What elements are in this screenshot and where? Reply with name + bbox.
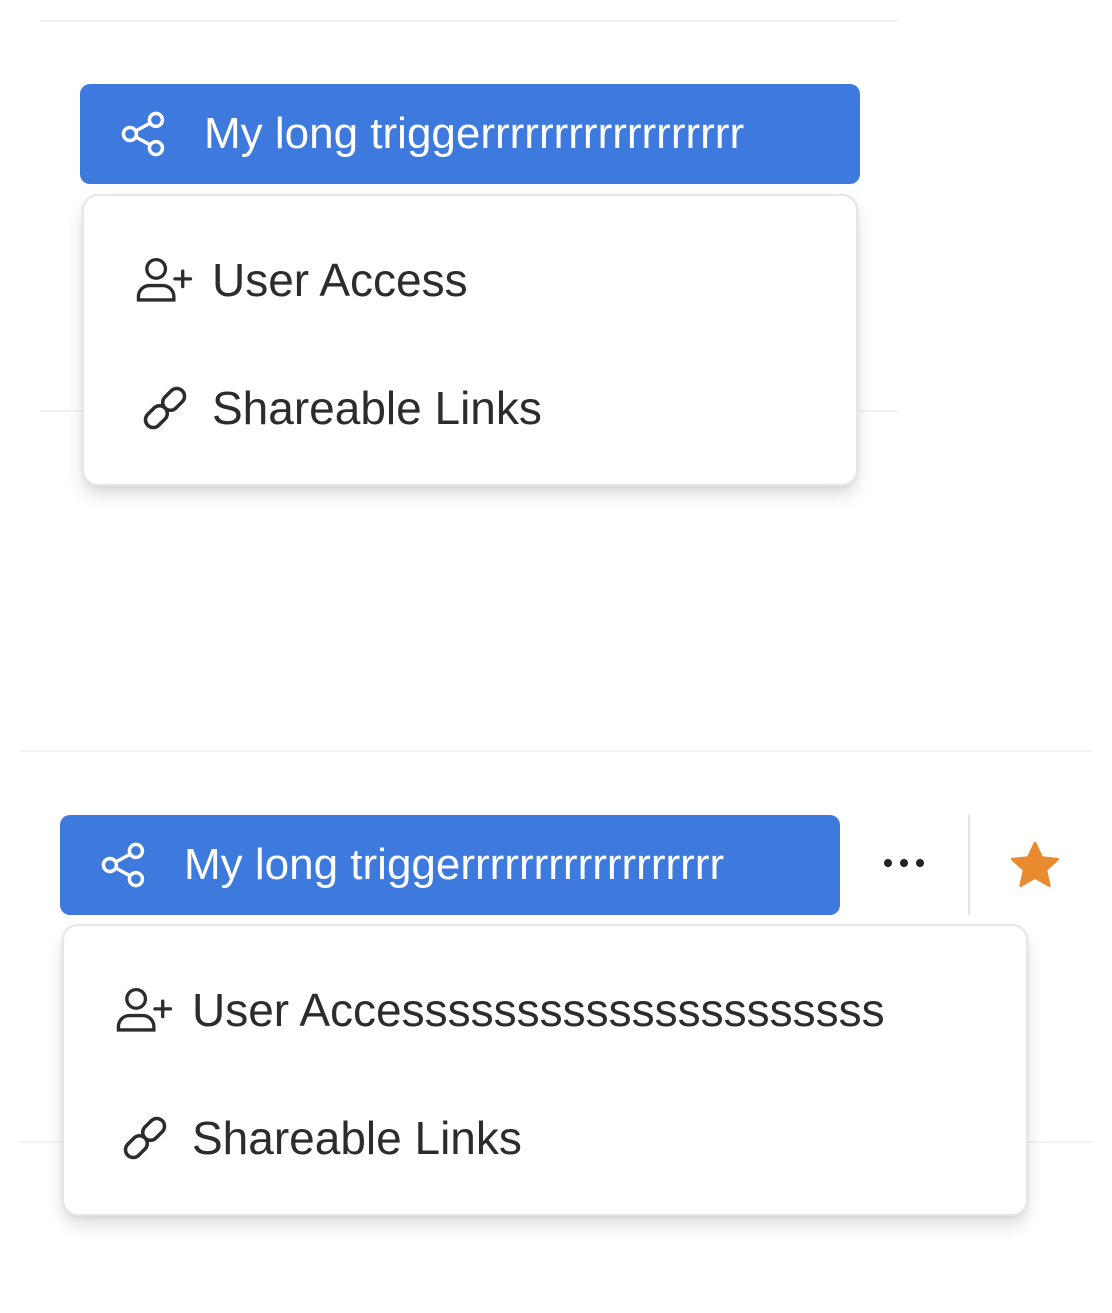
menu-item-label: Shareable Links	[212, 382, 542, 434]
share-menu: User Accesssssssssssssssssssss Shareable…	[62, 924, 1028, 1216]
menu-item-label: Shareable Links	[192, 1112, 522, 1164]
menu-item-label: User Accesssssssssssssssssssss	[192, 984, 885, 1036]
user-plus-icon	[134, 252, 196, 308]
divider-top	[40, 20, 898, 22]
menu-item-shareable-links[interactable]: Shareable Links	[84, 376, 856, 440]
link-icon	[134, 380, 196, 436]
menu-item-label: User Access	[212, 254, 468, 306]
share-trigger-button[interactable]: My long triggerrrrrrrrrrrrrrrrrr	[80, 84, 860, 184]
user-plus-icon	[114, 982, 176, 1038]
more-horizontal-icon	[884, 859, 924, 867]
menu-item-user-access[interactable]: User Accesssssssssssssssssssss	[64, 978, 1026, 1042]
toolbar-separator	[968, 815, 970, 915]
share-menu: User Access Shareable Links	[82, 194, 858, 486]
trigger-label: My long triggerrrrrrrrrrrrrrrrrr	[204, 109, 745, 158]
share-icon	[98, 839, 150, 891]
star-icon	[1010, 841, 1060, 887]
share-trigger-button[interactable]: My long triggerrrrrrrrrrrrrrrrrr	[60, 815, 840, 915]
share-icon	[118, 108, 170, 160]
favorite-button[interactable]	[1006, 838, 1064, 894]
trigger-label: My long triggerrrrrrrrrrrrrrrrrr	[184, 840, 725, 889]
menu-item-user-access[interactable]: User Access	[84, 248, 856, 312]
more-button[interactable]	[872, 840, 936, 886]
menu-item-shareable-links[interactable]: Shareable Links	[64, 1106, 1026, 1170]
link-icon	[114, 1110, 176, 1166]
divider-top	[20, 750, 1092, 752]
canvas: My long triggerrrrrrrrrrrrrrrrrr User Ac…	[0, 0, 1112, 1313]
